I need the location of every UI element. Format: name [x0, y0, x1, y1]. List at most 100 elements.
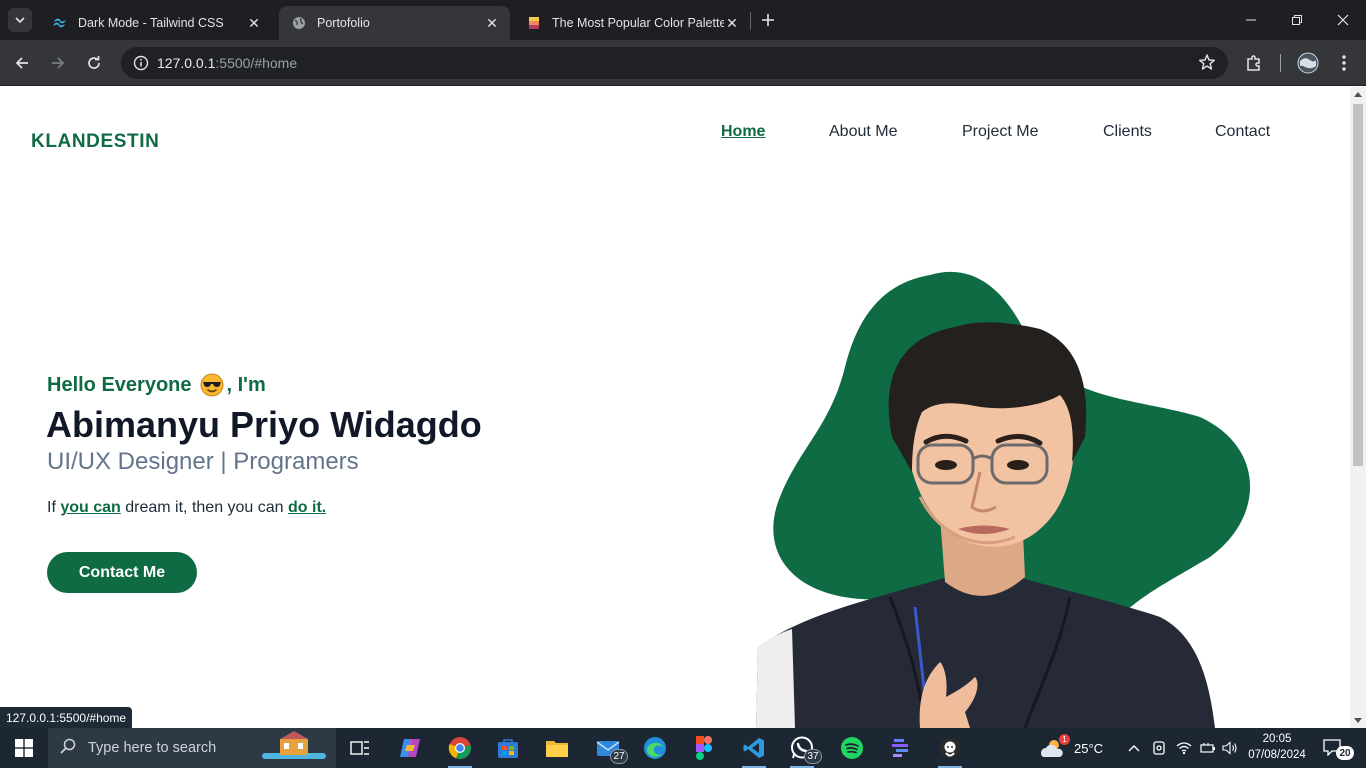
- browser-tab-strip: Dark Mode - Tailwind CSS ✕ Portofolio ✕ …: [0, 0, 1366, 40]
- hero-quote: If you can dream it, then you can do it.: [47, 499, 327, 516]
- windows-logo-icon: [15, 739, 33, 757]
- link-status-bubble: 127.0.0.1:5500/#home: [0, 707, 133, 728]
- reload-button[interactable]: [80, 49, 108, 77]
- page-scrollbar[interactable]: [1350, 87, 1366, 728]
- close-tab-icon[interactable]: ✕: [724, 15, 740, 31]
- search-icon: [60, 738, 76, 758]
- palette-icon: [526, 15, 542, 31]
- close-tab-icon[interactable]: ✕: [484, 15, 500, 31]
- copilot-icon: [400, 739, 420, 757]
- taskbar-vscode[interactable]: [738, 732, 770, 768]
- tab-title: The Most Popular Color Palettes: [552, 16, 724, 30]
- nav-home[interactable]: Home: [721, 123, 765, 141]
- close-icon: [1337, 14, 1349, 26]
- quote-highlight: you can: [60, 499, 121, 516]
- tab-portofolio[interactable]: Portofolio ✕: [279, 6, 510, 40]
- github-desktop-icon: [940, 738, 960, 758]
- weather-alert-badge: 1: [1059, 734, 1070, 745]
- taskbar-spotify[interactable]: [836, 732, 868, 764]
- taskbar-search-box[interactable]: Type here to search: [48, 728, 336, 768]
- site-logo[interactable]: KLANDESTIN: [31, 131, 159, 153]
- taskbar-whatsapp[interactable]: 37: [786, 732, 822, 768]
- tray-network[interactable]: [1176, 728, 1192, 768]
- close-window-button[interactable]: [1320, 0, 1366, 40]
- taskbar-github-desktop[interactable]: [934, 732, 966, 768]
- globe-icon: [291, 15, 307, 31]
- taskbar-chrome[interactable]: [444, 732, 476, 768]
- taskbar-file-explorer[interactable]: [541, 732, 573, 764]
- back-button[interactable]: [8, 49, 36, 77]
- tab-separator: [750, 12, 751, 30]
- weather-widget[interactable]: 1 25°C: [1040, 728, 1103, 768]
- sunglasses-emoji-icon: [200, 373, 224, 397]
- device-icon: [1153, 741, 1165, 755]
- taskbar-app-launcher[interactable]: [885, 732, 917, 764]
- greeting-text: Hello Everyone: [47, 373, 192, 396]
- show-hidden-icons-button[interactable]: [1128, 728, 1140, 768]
- spotify-icon: [841, 737, 863, 759]
- task-view-icon: [350, 741, 369, 755]
- battery-plug-icon: [1200, 743, 1215, 753]
- nav-clients[interactable]: Clients: [1103, 123, 1152, 141]
- layers-icon: [892, 739, 908, 757]
- more-vertical-icon: [1342, 55, 1346, 71]
- tab-tailwind[interactable]: Dark Mode - Tailwind CSS ✕: [40, 6, 272, 40]
- tray-volume[interactable]: [1222, 728, 1238, 768]
- wifi-icon: [1176, 742, 1192, 755]
- bookmark-star-icon[interactable]: [1198, 53, 1216, 76]
- taskbar-edge[interactable]: [639, 732, 671, 764]
- tab-search-button[interactable]: [8, 8, 32, 32]
- tailwind-icon: [52, 15, 68, 31]
- taskbar-figma[interactable]: [688, 732, 720, 764]
- taskbar-mail[interactable]: 27: [592, 732, 628, 764]
- avatar-icon: [1297, 52, 1319, 74]
- weather-cloudy-icon: 1: [1040, 734, 1070, 759]
- scroll-up-arrow-icon[interactable]: [1354, 92, 1362, 97]
- nav-contact[interactable]: Contact: [1215, 123, 1270, 141]
- browser-toolbar: 127.0.0.1:5500/#home: [0, 40, 1366, 86]
- arrow-right-icon: [52, 57, 65, 69]
- contact-me-button[interactable]: Contact Me: [47, 552, 197, 593]
- greeting-suffix: , I'm: [226, 373, 266, 396]
- nav-about-me[interactable]: About Me: [829, 123, 897, 141]
- minimize-button[interactable]: [1228, 0, 1274, 40]
- figma-icon: [696, 736, 712, 760]
- hero-greeting: Hello Everyone , I'm: [47, 373, 266, 397]
- notification-icon: 20: [1322, 738, 1354, 760]
- nav-project-me[interactable]: Project Me: [962, 123, 1038, 141]
- hero-role: UI/UX Designer | Programers: [47, 448, 359, 475]
- chrome-menu-button[interactable]: [1330, 49, 1358, 77]
- folder-icon: [546, 741, 568, 757]
- weather-temperature: 25°C: [1074, 740, 1104, 756]
- forward-button[interactable]: [44, 49, 72, 77]
- task-view-button[interactable]: [344, 732, 376, 764]
- tab-color-palettes[interactable]: The Most Popular Color Palettes ✕: [514, 6, 750, 40]
- profile-avatar-button[interactable]: [1294, 49, 1322, 77]
- vscode-icon: [743, 738, 764, 758]
- new-tab-button[interactable]: [758, 10, 778, 30]
- notification-center-button[interactable]: 20: [1322, 728, 1354, 768]
- scroll-down-arrow-icon[interactable]: [1354, 718, 1362, 723]
- search-highlight-illustration-icon: [262, 731, 326, 759]
- address-bar[interactable]: 127.0.0.1:5500/#home: [121, 47, 1228, 79]
- store-icon: [498, 739, 518, 758]
- restore-icon: [1292, 15, 1302, 25]
- taskbar-store[interactable]: [492, 732, 524, 764]
- chevron-up-icon: [1128, 745, 1140, 752]
- url-text: 127.0.0.1:5500/#home: [157, 55, 298, 71]
- taskbar-clock[interactable]: 20:05 07/08/2024: [1238, 731, 1316, 763]
- close-tab-icon[interactable]: ✕: [246, 15, 262, 31]
- start-button[interactable]: [0, 728, 48, 768]
- restore-button[interactable]: [1274, 0, 1320, 40]
- scroll-thumb[interactable]: [1353, 104, 1363, 466]
- tray-battery[interactable]: [1200, 728, 1216, 768]
- tray-meet-now[interactable]: [1152, 728, 1166, 768]
- extensions-button[interactable]: [1240, 49, 1268, 77]
- puzzle-icon: [1247, 55, 1260, 71]
- hero-name: Abimanyu Priyo Widagdo: [46, 404, 482, 445]
- chevron-down-icon: [15, 17, 25, 24]
- taskbar-copilot[interactable]: [394, 732, 426, 764]
- site-info-icon[interactable]: [125, 55, 157, 71]
- page-viewport: KLANDESTIN Home About Me Project Me Clie…: [0, 87, 1350, 728]
- plus-icon: [762, 14, 774, 26]
